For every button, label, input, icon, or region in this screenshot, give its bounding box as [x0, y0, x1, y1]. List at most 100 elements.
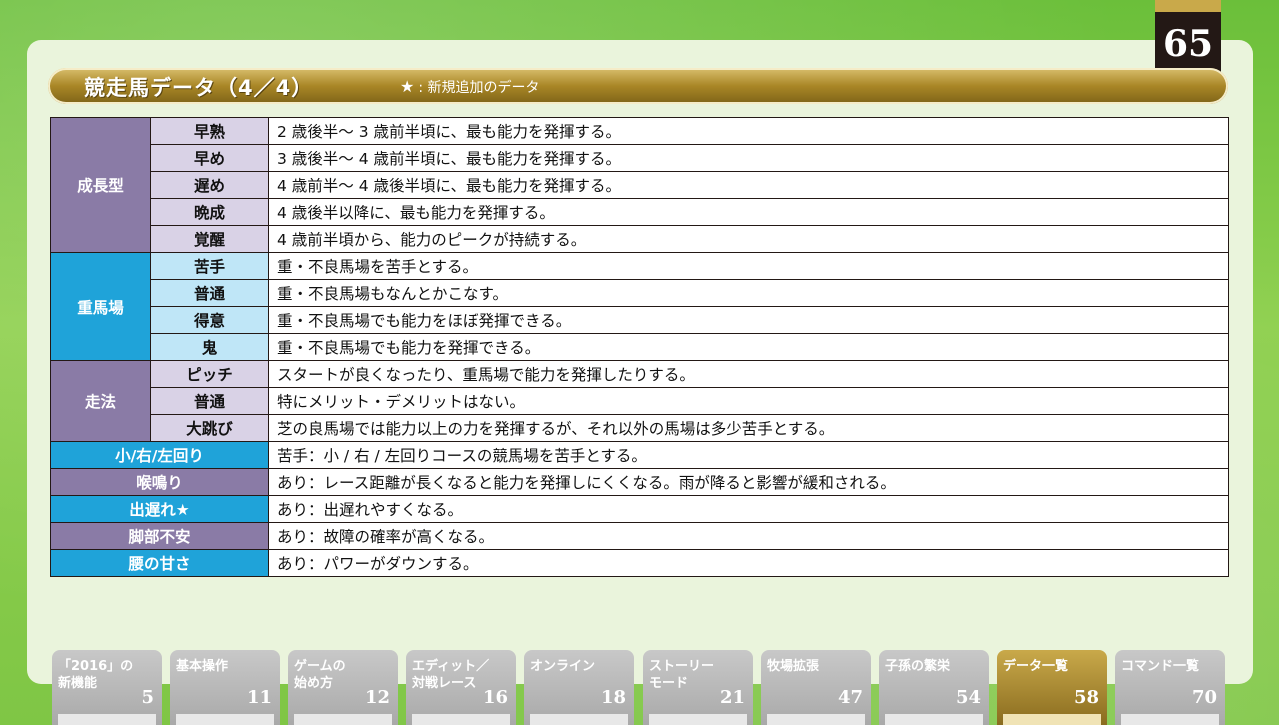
- chapter-tab-footer: [294, 714, 392, 725]
- table-row: 小/右/左回り 苦手：小 / 右 / 左回りコースの競馬場を苦手とする。: [50, 441, 1229, 469]
- subtype-cell: ピッチ: [150, 360, 269, 388]
- description-cell: 3 歳後半〜 4 歳前半頃に、最も能力を発揮する。: [268, 144, 1229, 172]
- table-row: 腰の甘さ あり：パワーがダウンする。: [50, 549, 1229, 577]
- chapter-tab-page: 58: [1073, 687, 1099, 708]
- chapter-tab-page: 12: [364, 687, 390, 708]
- table-row: 遅め 4 歳前半〜 4 歳後半頃に、最も能力を発揮する。: [51, 171, 1229, 199]
- chapter-tab[interactable]: ストーリー モード 21: [643, 650, 753, 725]
- subtype-cell: 苦手: [150, 252, 269, 280]
- table-row: 脚部不安 あり：故障の確率が高くなる。: [50, 522, 1229, 550]
- chapter-tab-footer: [1121, 714, 1219, 725]
- chapter-tab-label: ストーリー モード: [649, 659, 715, 691]
- chapter-tab[interactable]: 子孫の繁栄 54: [879, 650, 989, 725]
- chapter-tab-footer: [767, 714, 865, 725]
- chapter-tab-page: 16: [482, 687, 508, 708]
- table-row: 普通 特にメリット・デメリットはない。: [51, 387, 1229, 415]
- chapter-tab-page: 70: [1191, 687, 1217, 708]
- description-cell: あり：レース距離が長くなると能力を発揮しにくくなる。雨が降ると影響が緩和される。: [268, 468, 1229, 496]
- chapter-tab-page: 47: [837, 687, 863, 708]
- description-cell: 重・不良馬場を苦手とする。: [268, 252, 1229, 280]
- description-cell: スタートが良くなったり、重馬場で能力を発揮したりする。: [268, 360, 1229, 388]
- category-cell: 成長型: [50, 117, 151, 253]
- subtype-cell: 大跳び: [150, 414, 269, 442]
- description-cell: 苦手：小 / 右 / 左回りコースの競馬場を苦手とする。: [268, 441, 1229, 469]
- chapter-tab-label: オンライン: [530, 659, 596, 674]
- description-cell: あり：出遅れやすくなる。: [268, 495, 1229, 523]
- chapter-tab[interactable]: コマンド一覧 70: [1115, 650, 1225, 725]
- chapter-tab-label: コマンド一覧: [1121, 659, 1200, 674]
- subtype-cell: 晩成: [150, 198, 269, 226]
- table-row: 出遅れ★ あり：出遅れやすくなる。: [50, 495, 1229, 523]
- chapter-tab-footer: [885, 714, 983, 725]
- legend: ★: 新規追加のデータ: [400, 77, 540, 97]
- page-number: 65: [1162, 23, 1214, 65]
- chapter-tab-label: 「2016」の 新機能: [58, 659, 134, 691]
- subtype-cell: 得意: [150, 306, 269, 334]
- description-cell: 芝の良馬場では能力以上の力を発揮するが、それ以外の馬場は多少苦手とする。: [268, 414, 1229, 442]
- trait-label-cell: 出遅れ★: [50, 495, 269, 523]
- subtype-cell: 普通: [150, 279, 269, 307]
- chapter-tab-label: 基本操作: [176, 659, 229, 674]
- star-icon: ★: [400, 77, 415, 96]
- chapter-tab[interactable]: 基本操作 11: [170, 650, 280, 725]
- table-row: 大跳び 芝の良馬場では能力以上の力を発揮するが、それ以外の馬場は多少苦手とする。: [51, 414, 1229, 442]
- trait-label-cell: 腰の甘さ: [50, 549, 269, 577]
- chapter-tab-footer: [1003, 714, 1101, 725]
- description-cell: 2 歳後半〜 3 歳前半頃に、最も能力を発揮する。: [268, 117, 1229, 145]
- chapter-tab-page: 11: [246, 687, 272, 708]
- description-cell: あり：故障の確率が高くなる。: [268, 522, 1229, 550]
- horse-data-table: 成長型 早熟 2 歳後半〜 3 歳前半頃に、最も能力を発揮する。 早め 3 歳後半〜 4…: [50, 117, 1229, 577]
- table-row: 成長型 早熟 2 歳後半〜 3 歳前半頃に、最も能力を発揮する。: [50, 117, 1229, 253]
- description-cell: 4 歳後半以降に、最も能力を発揮する。: [268, 198, 1229, 226]
- table-row: 重馬場 苦手 重・不良馬場を苦手とする。: [50, 252, 1229, 361]
- table-row: 得意 重・不良馬場でも能力をほぼ発揮できる。: [51, 306, 1229, 334]
- chapter-tab-label: 牧場拡張: [767, 659, 820, 674]
- subtype-cell: 鬼: [150, 333, 269, 361]
- description-cell: 4 歳前半〜 4 歳後半頃に、最も能力を発揮する。: [268, 171, 1229, 199]
- chapter-tab-footer: [176, 714, 274, 725]
- chapter-tab-bar: 「2016」の 新機能 5 基本操作 11 ゲームの 始め方 12 エディット／ 対戦レース…: [52, 650, 1232, 725]
- chapter-tab-label: 子孫の繁栄: [885, 659, 951, 674]
- legend-text: : 新規追加のデータ: [418, 80, 540, 96]
- trait-label-cell: 小/右/左回り: [50, 441, 269, 469]
- trait-label-cell: 喉鳴り: [50, 468, 269, 496]
- description-cell: 重・不良馬場でも能力を発揮できる。: [268, 333, 1229, 361]
- chapter-tab-page: 5: [141, 687, 154, 708]
- description-cell: 4 歳前半頃から、能力のピークが持続する。: [268, 225, 1229, 253]
- chapter-tab-footer: [649, 714, 747, 725]
- category-cell: 走法: [50, 360, 151, 442]
- subtype-cell: 早熟: [150, 117, 269, 145]
- chapter-tab-label: エディット／ 対戦レース: [412, 659, 490, 691]
- chapter-tab-label: データ一覧: [1003, 659, 1069, 674]
- chapter-tab[interactable]: エディット／ 対戦レース 16: [406, 650, 516, 725]
- description-cell: 重・不良馬場もなんとかこなす。: [268, 279, 1229, 307]
- description-cell: あり：パワーがダウンする。: [268, 549, 1229, 577]
- chapter-tab[interactable]: 牧場拡張 47: [761, 650, 871, 725]
- subtype-cell: 遅め: [150, 171, 269, 199]
- chapter-tab[interactable]: 「2016」の 新機能 5: [52, 650, 162, 725]
- table-row: 走法 ピッチ スタートが良くなったり、重馬場で能力を発揮したりする。: [50, 360, 1229, 442]
- table-row: 覚醒 4 歳前半頃から、能力のピークが持続する。: [51, 225, 1229, 253]
- chapter-tab-page: 18: [600, 687, 626, 708]
- chapter-tab-label: ゲームの 始め方: [294, 659, 346, 691]
- description-cell: 特にメリット・デメリットはない。: [268, 387, 1229, 415]
- subtype-cell: 早め: [150, 144, 269, 172]
- section-title: 競走馬データ（4／4）: [84, 76, 314, 100]
- chapter-tab[interactable]: ゲームの 始め方 12: [288, 650, 398, 725]
- subtype-cell: 覚醒: [150, 225, 269, 253]
- section-title-bar: 競走馬データ（4／4） ★: 新規追加のデータ: [48, 68, 1228, 104]
- category-cell: 重馬場: [50, 252, 151, 361]
- trait-label-cell: 脚部不安: [50, 522, 269, 550]
- description-cell: 重・不良馬場でも能力をほぼ発揮できる。: [268, 306, 1229, 334]
- table-row: 晩成 4 歳後半以降に、最も能力を発揮する。: [51, 198, 1229, 226]
- table-row: 鬼重・不良馬場でも能力を発揮できる。: [51, 333, 1229, 361]
- chapter-tab-page: 21: [719, 687, 745, 708]
- chapter-tab-page: 54: [955, 687, 981, 708]
- chapter-tab-footer: [58, 714, 156, 725]
- chapter-tab[interactable]: オンライン 18: [524, 650, 634, 725]
- chapter-tab-footer: [412, 714, 510, 725]
- chapter-tab[interactable]: データ一覧 58: [997, 650, 1107, 725]
- subtype-cell: 普通: [150, 387, 269, 415]
- table-row: 喉鳴り あり：レース距離が長くなると能力を発揮しにくくなる。雨が降ると影響が緩和さ…: [50, 468, 1229, 496]
- table-row: 普通 重・不良馬場もなんとかこなす。: [51, 279, 1229, 307]
